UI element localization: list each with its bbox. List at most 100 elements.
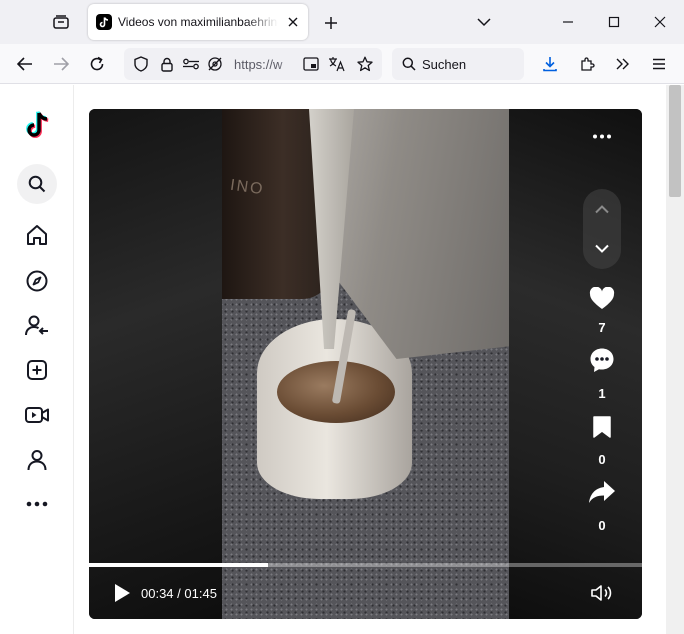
sidebar-item-explore[interactable] xyxy=(17,261,57,301)
arrow-left-icon xyxy=(17,57,32,71)
play-button[interactable] xyxy=(111,581,133,605)
maximize-button[interactable] xyxy=(602,10,626,34)
extensions-button[interactable] xyxy=(575,52,599,76)
scrollbar-thumb[interactable] xyxy=(669,85,681,197)
search-icon xyxy=(28,175,46,193)
new-tab-button[interactable] xyxy=(320,12,342,34)
reload-button[interactable] xyxy=(85,52,109,76)
total-time: 01:45 xyxy=(184,586,217,601)
tab-bar: Videos von maximilianbaehring xyxy=(0,0,684,44)
chevron-down-icon xyxy=(595,244,609,253)
arrow-right-icon xyxy=(54,57,69,71)
share-arrow-icon xyxy=(589,481,615,503)
downloads-button[interactable] xyxy=(538,52,562,76)
previous-video-button[interactable] xyxy=(590,197,614,221)
hamburger-menu-icon xyxy=(653,58,665,70)
reader-view-icon[interactable] xyxy=(302,56,320,72)
active-tab[interactable]: Videos von maximilianbaehring xyxy=(88,4,308,40)
search-placeholder: Suchen xyxy=(422,57,467,72)
shield-icon[interactable] xyxy=(132,56,150,72)
close-window-button[interactable] xyxy=(648,10,672,34)
plus-icon xyxy=(325,17,337,29)
play-icon xyxy=(115,584,130,602)
heart-icon xyxy=(589,286,615,309)
more-horizontal-icon xyxy=(593,134,611,138)
puzzle-icon xyxy=(581,57,595,71)
home-icon xyxy=(27,225,47,245)
back-button[interactable] xyxy=(13,52,37,76)
tiktok-sidebar xyxy=(0,85,74,634)
tab-overflow-button[interactable] xyxy=(472,10,496,34)
sidebar-item-profile[interactable] xyxy=(17,440,57,480)
video-blur-right xyxy=(509,109,642,619)
plus-square-icon xyxy=(27,360,47,380)
tiktok-logo-icon xyxy=(26,111,49,138)
progress-bar[interactable] xyxy=(89,563,642,567)
sidebar-item-more[interactable] xyxy=(17,484,57,524)
forward-button[interactable] xyxy=(49,52,73,76)
navigation-toolbar: https://w Suchen xyxy=(0,44,684,84)
tab-title: Videos von maximilianbaehring xyxy=(118,15,278,29)
tiktok-favicon-icon xyxy=(96,14,112,30)
sidebar-search-button[interactable] xyxy=(17,164,57,204)
share-button[interactable] xyxy=(583,477,621,507)
close-icon xyxy=(654,16,666,28)
url-bar[interactable]: https://w xyxy=(124,48,382,80)
time-separator: / xyxy=(173,586,185,601)
next-video-button[interactable] xyxy=(590,237,614,261)
app-menu-button[interactable] xyxy=(647,52,671,76)
sidebar-item-following[interactable] xyxy=(17,306,57,346)
bottle-label: INO xyxy=(229,176,266,199)
bookmark-count: 0 xyxy=(598,452,606,467)
time-display: 00:34 / 01:45 xyxy=(141,586,217,601)
bookmark-icon xyxy=(593,416,611,438)
minimize-icon xyxy=(563,21,573,23)
bookmark-button[interactable] xyxy=(583,412,621,442)
chevron-double-right-icon xyxy=(616,58,629,70)
comment-count: 1 xyxy=(598,386,606,401)
sidebar-item-live[interactable] xyxy=(17,395,57,435)
user-icon xyxy=(27,450,47,471)
user-follow-icon xyxy=(25,315,48,336)
current-time: 00:34 xyxy=(141,586,174,601)
video-player[interactable]: INO 7 1 0 0 00:34 / 01:45 xyxy=(89,109,642,619)
video-camera-icon xyxy=(25,407,49,423)
compass-icon xyxy=(26,270,48,292)
tiktok-page: INO 7 1 0 0 00:34 / 01:45 xyxy=(0,85,666,634)
volume-icon xyxy=(591,585,612,601)
tab-list-button[interactable] xyxy=(48,10,74,34)
bookmark-star-icon[interactable] xyxy=(356,56,374,72)
sidebar-item-upload[interactable] xyxy=(17,350,57,390)
tab-close-button[interactable] xyxy=(284,13,302,31)
permissions-icon[interactable] xyxy=(182,56,200,72)
tiktok-logo[interactable] xyxy=(17,105,57,145)
reload-icon xyxy=(90,56,104,71)
lock-icon[interactable] xyxy=(158,56,176,72)
search-icon xyxy=(400,56,418,72)
maximize-icon xyxy=(608,16,620,28)
close-icon xyxy=(288,17,298,27)
chevron-down-icon xyxy=(477,18,491,27)
comment-button[interactable] xyxy=(583,345,621,375)
like-count: 7 xyxy=(598,320,606,335)
video-more-button[interactable] xyxy=(587,124,617,148)
share-count: 0 xyxy=(598,518,606,533)
comment-icon xyxy=(590,348,614,372)
volume-button[interactable] xyxy=(589,581,615,605)
minimize-button[interactable] xyxy=(556,10,580,34)
video-blur-left xyxy=(89,109,222,619)
page-scrollbar[interactable] xyxy=(666,85,684,634)
progress-fill xyxy=(89,563,269,567)
video-frame[interactable]: INO xyxy=(222,109,509,619)
translate-icon[interactable] xyxy=(328,56,346,72)
sidebar-item-home[interactable] xyxy=(17,215,57,255)
chevron-up-icon xyxy=(595,205,609,214)
more-horizontal-icon xyxy=(26,501,48,507)
overflow-menu-button[interactable] xyxy=(611,52,635,76)
download-icon xyxy=(543,57,557,72)
video-navigation xyxy=(583,189,621,269)
tab-list-icon xyxy=(53,15,69,29)
like-button[interactable] xyxy=(583,283,621,313)
tracking-blocked-icon[interactable] xyxy=(206,56,224,72)
search-bar[interactable]: Suchen xyxy=(392,48,524,80)
